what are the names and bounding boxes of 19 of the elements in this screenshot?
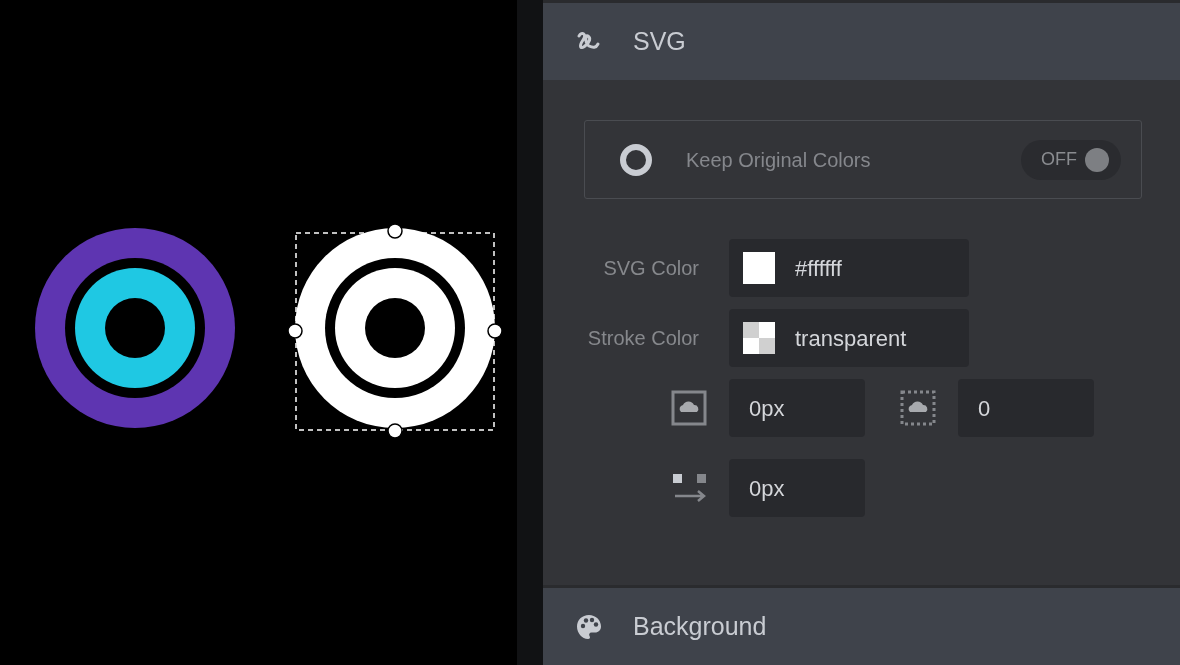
stroke-width-field[interactable]: 0px: [729, 379, 865, 437]
ring-icon: [619, 142, 653, 177]
field-label: Stroke Color: [586, 326, 700, 351]
dotted-cloud-icon: [900, 390, 936, 426]
dashoffset-field[interactable]: 0px: [729, 459, 865, 517]
toggle-switch[interactable]: OFF: [1021, 139, 1121, 180]
palette-icon: [575, 612, 603, 641]
cloud-frame-icon: [671, 390, 707, 426]
section-title[interactable]: Background: [633, 607, 767, 646]
target-ring-drawing[interactable]: [35, 228, 235, 428]
dasharray-field[interactable]: 0: [958, 379, 1094, 437]
field-label: SVG Color: [602, 256, 700, 281]
section-title[interactable]: SVG: [633, 22, 686, 61]
checkerboard-swatch[interactable]: [743, 322, 775, 354]
color-field[interactable]: transparent: [729, 309, 969, 367]
color-field[interactable]: #ffffff: [729, 239, 969, 297]
keep-colors-label: Keep Original Colors: [686, 147, 872, 173]
color-swatch[interactable]: [743, 252, 775, 284]
offset-arrow-icon: [671, 472, 707, 504]
